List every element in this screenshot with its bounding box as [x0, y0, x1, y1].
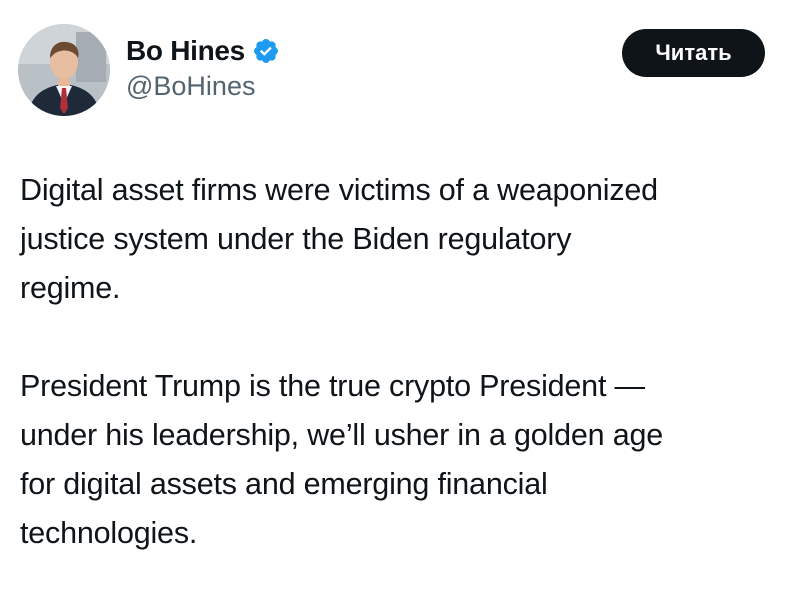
name-row: Bo Hines — [126, 34, 280, 68]
author-info: Bo Hines @BoHines — [126, 34, 280, 102]
display-name[interactable]: Bo Hines — [126, 35, 245, 67]
tweet-paragraph-2: President Trump is the true crypto Presi… — [20, 369, 663, 550]
user-handle[interactable]: @BoHines — [126, 71, 280, 102]
tweet-card: Bo Hines @BoHines Читать Digital asset f… — [0, 0, 800, 590]
avatar[interactable] — [18, 24, 110, 116]
read-button[interactable]: Читать — [622, 29, 765, 77]
profile-photo-image — [18, 24, 110, 116]
tweet-paragraph-1: Digital asset firms were victims of a we… — [20, 173, 658, 305]
tweet-text: Digital asset firms were victims of a we… — [20, 166, 790, 558]
verified-badge-icon — [252, 37, 280, 65]
